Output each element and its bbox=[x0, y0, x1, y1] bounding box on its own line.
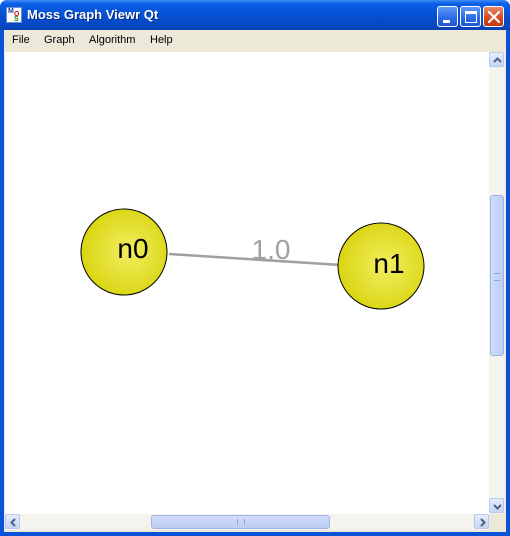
chevron-left-icon bbox=[10, 518, 16, 527]
graph-canvas[interactable]: 1.0 n0 n1 bbox=[5, 52, 489, 514]
node-n0-label: n0 bbox=[117, 233, 148, 264]
scroll-corner bbox=[489, 514, 505, 530]
node-n1[interactable]: n1 bbox=[337, 222, 425, 310]
scroll-right-button[interactable] bbox=[474, 514, 489, 529]
edge-weight-label: 1.0 bbox=[252, 234, 291, 265]
grip-icon bbox=[237, 519, 245, 525]
chevron-down-icon bbox=[493, 504, 502, 510]
menu-help[interactable]: Help bbox=[150, 34, 173, 46]
close-button[interactable] bbox=[483, 6, 504, 27]
app-window: MOS Moss Graph Viewr Qt File Graph Algor… bbox=[0, 0, 510, 536]
menu-file[interactable]: File bbox=[12, 34, 30, 46]
scroll-left-button[interactable] bbox=[5, 514, 20, 529]
maximize-icon bbox=[465, 11, 477, 23]
vertical-scroll-thumb[interactable] bbox=[490, 195, 504, 356]
graph-svg[interactable]: 1.0 n0 n1 bbox=[5, 52, 489, 514]
grip-icon bbox=[494, 273, 500, 281]
window-frame: File Graph Algorithm Help 1.0 n0 n1 bbox=[4, 30, 506, 532]
scroll-up-button[interactable] bbox=[489, 52, 504, 67]
maximize-button[interactable] bbox=[460, 6, 481, 27]
node-n1-label: n1 bbox=[373, 248, 404, 279]
minimize-icon bbox=[443, 20, 450, 23]
horizontal-scroll-thumb[interactable] bbox=[151, 515, 330, 529]
close-icon bbox=[487, 10, 501, 24]
menu-algorithm[interactable]: Algorithm bbox=[89, 34, 135, 46]
horizontal-scrollbar[interactable] bbox=[5, 514, 489, 530]
scroll-down-button[interactable] bbox=[489, 498, 504, 513]
menu-graph[interactable]: Graph bbox=[44, 34, 75, 46]
chevron-right-icon bbox=[480, 518, 486, 527]
menu-bar: File Graph Algorithm Help bbox=[4, 30, 506, 52]
window-title: Moss Graph Viewr Qt bbox=[27, 7, 159, 22]
node-n0[interactable]: n0 bbox=[80, 208, 168, 296]
chevron-up-icon bbox=[493, 57, 502, 63]
vertical-scrollbar[interactable] bbox=[489, 52, 505, 514]
minimize-button[interactable] bbox=[437, 6, 458, 27]
title-bar[interactable]: MOS Moss Graph Viewr Qt bbox=[0, 0, 510, 30]
moss-app-icon[interactable]: MOS bbox=[6, 7, 22, 23]
